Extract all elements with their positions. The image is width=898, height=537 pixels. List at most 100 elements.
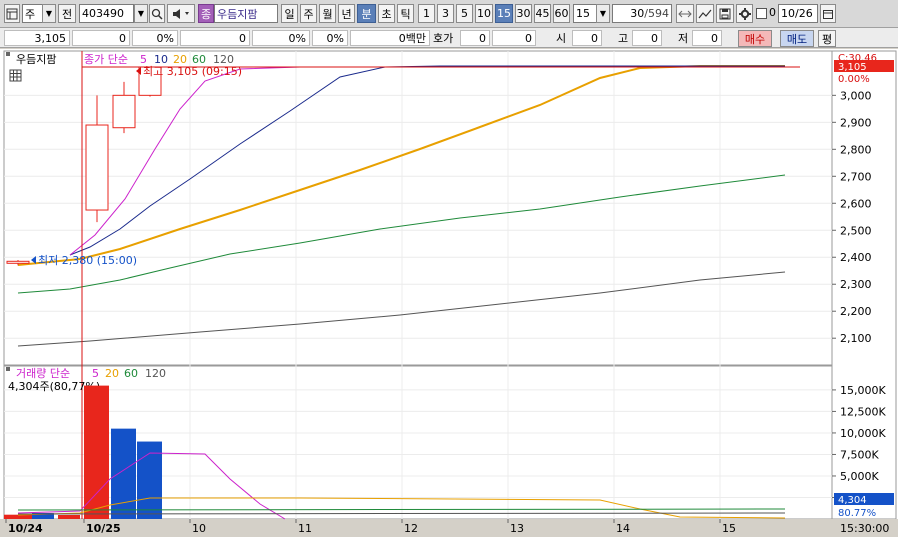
bid-ask-label: 호가 xyxy=(433,32,454,45)
calendar-icon[interactable] xyxy=(820,4,836,23)
volume-tick-label: 15,000K xyxy=(840,384,886,397)
high-annotation: 최고 3,105 (09:15) xyxy=(136,65,242,78)
average-button[interactable]: 평 xyxy=(818,30,836,47)
x-tick-label: 10/25 xyxy=(86,522,121,535)
buy-button[interactable]: 매수 xyxy=(738,30,772,47)
x-tick-label: 14 xyxy=(616,522,630,535)
speaker-icon[interactable] xyxy=(167,4,195,23)
interval-3-button[interactable]: 3 xyxy=(437,4,454,23)
price-panel-name: 우듬지팜 xyxy=(16,53,56,66)
stock-name-field[interactable]: 우듬지팜 xyxy=(214,4,278,23)
interval-5-button[interactable]: 5 xyxy=(456,4,473,23)
volume-bar xyxy=(111,428,136,519)
interval-60-button[interactable]: 60 xyxy=(553,4,570,23)
price-tick-label: 2,300 xyxy=(840,278,872,291)
interval-10-button[interactable]: 10 xyxy=(475,4,493,23)
price-tick-label: 2,400 xyxy=(840,251,872,264)
interval-input[interactable]: 15 xyxy=(573,4,597,23)
date-input[interactable]: 10/26 xyxy=(778,4,818,23)
period-week-button[interactable]: 주 xyxy=(300,4,317,23)
trade-volume: 0 xyxy=(180,30,250,46)
data-count-field[interactable]: 30/594 xyxy=(612,4,672,23)
candle-body xyxy=(112,94,136,129)
stock-code-dropdown-icon[interactable]: ▼ xyxy=(134,4,148,23)
volume-tick-label: 5,000K xyxy=(840,470,879,483)
grid-toggle-icon[interactable] xyxy=(9,69,22,82)
panel-marker-icon xyxy=(6,52,10,56)
period-minute-button[interactable]: 분 xyxy=(357,4,376,23)
current-volume-rate-tag: 80.77% xyxy=(838,508,876,519)
price-tick-label: 2,600 xyxy=(840,197,872,210)
low-annotation: 최저 2,380 (15:00) xyxy=(31,254,137,267)
bid-value: 0 xyxy=(460,30,490,46)
volume-rate: 0% xyxy=(252,30,310,46)
volume-bar xyxy=(4,514,32,519)
x-tick-label: 11 xyxy=(298,522,312,535)
volume-bar xyxy=(84,385,109,519)
prev-button[interactable]: 전 xyxy=(58,4,76,23)
high-value: 0 xyxy=(632,30,662,46)
price-legend-prefix: 종가 단순 xyxy=(84,53,128,66)
current-rate-tag: 0.00% xyxy=(838,74,870,85)
price-tick-label: 2,200 xyxy=(840,305,872,318)
period-second-button[interactable]: 초 xyxy=(378,4,395,23)
vlegend-ma20: 20 xyxy=(105,367,119,380)
price-tick-label: 2,700 xyxy=(840,170,872,183)
price-legend: 우듬지팜 종가 단순 5 10 20 60 120 xyxy=(6,52,234,66)
interval-30-button[interactable]: 30 xyxy=(515,4,532,23)
x-axis-panel xyxy=(0,519,898,537)
period-year-button[interactable]: 년 xyxy=(338,4,355,23)
interval-45-button[interactable]: 45 xyxy=(534,4,551,23)
market-type-dropdown-icon[interactable]: ▼ xyxy=(42,4,56,23)
gear-icon[interactable] xyxy=(736,4,753,23)
period-tick-button[interactable]: 틱 xyxy=(397,4,414,23)
vlegend-ma120: 120 xyxy=(145,367,166,380)
chart-area[interactable]: 최고 3,105 (09:15) 최저 2,380 (15:00) 우듬지팜 종… xyxy=(0,49,898,537)
search-icon[interactable] xyxy=(149,4,165,23)
extra-rate: 0% xyxy=(312,30,348,46)
save-icon[interactable] xyxy=(716,4,734,23)
market-type-select[interactable]: 주 xyxy=(22,4,44,23)
legend-ma20: 20 xyxy=(173,53,187,66)
low-label: 저 xyxy=(678,32,689,45)
low-annotation-text: 최저 2,380 (15:00) xyxy=(38,254,137,267)
draw-line-icon[interactable] xyxy=(696,4,714,23)
zoom-icon[interactable] xyxy=(676,4,694,23)
interval-15-button[interactable]: 15 xyxy=(495,4,513,23)
change-rate: 0% xyxy=(132,30,178,46)
open-label: 시 xyxy=(556,32,567,45)
current-volume-tag: 4,304 xyxy=(838,495,867,506)
legend-ma60: 60 xyxy=(192,53,206,66)
interval-dropdown-icon[interactable]: ▼ xyxy=(596,4,610,23)
low-value: 0 xyxy=(692,30,722,46)
current-price: 3,105 xyxy=(4,30,70,46)
legend-ma120: 120 xyxy=(213,53,234,66)
x-tick-label: 10 xyxy=(192,522,206,535)
stock-chart-window: 주 ▼ 전 403490 ▼ 종 우듬지팜 일 주 월 년 분 초 틱 1 3 … xyxy=(0,0,898,537)
period-day-button[interactable]: 일 xyxy=(281,4,298,23)
x-tick-label: 12 xyxy=(404,522,418,535)
volume-tick-label: 12,500K xyxy=(840,405,886,418)
price-tick-label: 3,000 xyxy=(840,89,872,102)
candle-body xyxy=(6,260,30,264)
quote-bar: 3,105 0 0% 0 0% 0% 0백만 호가 0 0 시 0 고 0 저 … xyxy=(0,28,898,48)
volume-marker-icon xyxy=(6,367,10,371)
price-tick-label: 2,500 xyxy=(840,224,872,237)
data-count-total: /594 xyxy=(644,7,669,20)
sell-button[interactable]: 매도 xyxy=(780,30,814,47)
show-checkbox[interactable] xyxy=(756,8,767,19)
vlegend-ma5: 5 xyxy=(92,367,99,380)
interval-1-button[interactable]: 1 xyxy=(418,4,435,23)
price-tick-label: 2,900 xyxy=(840,116,872,129)
current-price-tag: 3,105 xyxy=(838,62,867,73)
volume-bar xyxy=(58,515,80,519)
crosshair-time-label: 15:30:00 xyxy=(840,522,889,535)
chart-layout-icon[interactable] xyxy=(4,4,20,23)
period-month-button[interactable]: 월 xyxy=(319,4,336,23)
high-label: 고 xyxy=(618,32,629,45)
x-tick-label: 15 xyxy=(722,522,736,535)
stock-code-input[interactable]: 403490 xyxy=(79,4,134,23)
volume-tick-label: 10,000K xyxy=(840,427,886,440)
x-tick-label: 10/24 xyxy=(8,522,43,535)
volume-legend-prefix: 거래량 단순 xyxy=(16,367,70,380)
